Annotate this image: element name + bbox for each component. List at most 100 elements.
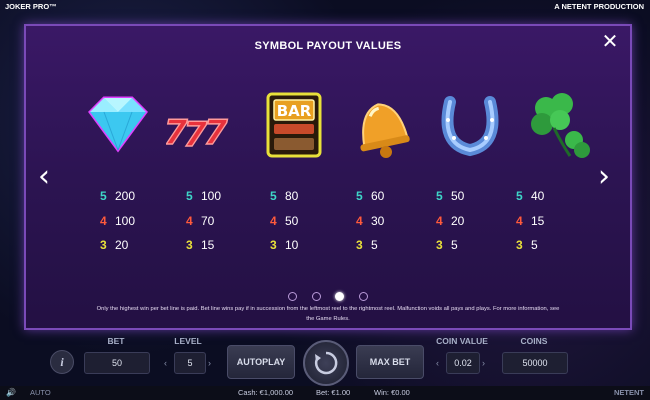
bar-icon: BAR	[266, 92, 322, 158]
bell-icon	[360, 103, 410, 158]
coins-label: COINS	[520, 336, 548, 346]
match-count: 3	[100, 238, 107, 252]
match-count: 3	[186, 238, 193, 252]
win-display: Win: €0.00	[374, 388, 410, 397]
match-count: 5	[186, 189, 193, 203]
level-decrease-icon[interactable]: ‹	[164, 358, 167, 368]
top-bar: JOKER PRO™ A NETENT PRODUCTION	[0, 0, 650, 12]
paytable-panel: SYMBOL PAYOUT VALUES ✕ ‹ › 7 7 7 BAR 5 2…	[24, 24, 632, 330]
payout-row: 4 30	[356, 209, 416, 234]
payout-value: 20	[115, 238, 129, 252]
paytable-title: SYMBOL PAYOUT VALUES	[254, 40, 402, 52]
page-dot[interactable]	[288, 292, 298, 301]
bet-display: Bet: €1.00	[316, 388, 351, 397]
match-count: 4	[436, 213, 443, 228]
page-dot[interactable]	[311, 292, 321, 301]
payout-row: 3 15	[186, 233, 246, 258]
payout-row: 35	[356, 233, 416, 258]
payout-value: 40	[531, 189, 545, 203]
payout-value: 15	[531, 213, 545, 228]
match-count: 5	[356, 189, 363, 203]
clover-icon	[531, 93, 590, 158]
match-count: 4	[516, 213, 523, 228]
payout-value: 10	[285, 238, 299, 252]
match-count: 4	[356, 213, 363, 228]
payout-value: 20	[451, 213, 465, 228]
match-count: 4	[270, 213, 277, 228]
sound-icon[interactable]: 🔊	[6, 388, 16, 397]
game-title: JOKER PRO™	[5, 2, 57, 11]
bet-value: 50	[84, 352, 150, 374]
coin-value-decrease-icon[interactable]: ‹	[436, 358, 439, 368]
payout-value: 30	[371, 213, 385, 228]
spin-icon	[314, 351, 338, 375]
payout-value: 5	[531, 238, 538, 252]
payout-value: 5	[451, 238, 458, 252]
payout-value: 5	[371, 238, 378, 252]
payout-value: 70	[201, 213, 215, 228]
payout-row: 35	[516, 233, 576, 258]
coin-value: 0.02	[446, 352, 480, 374]
auto-label[interactable]: AUTO	[30, 388, 51, 397]
payout-row: 5 60	[356, 184, 416, 209]
diamond-icon	[88, 96, 148, 153]
status-bar: 🔊 AUTO Cash: €1,000.00 Bet: €1.00 Win: €…	[0, 386, 650, 400]
seven-icon: 7 7 7	[166, 113, 232, 156]
match-count: 5	[516, 189, 523, 203]
payout-row: 5 200	[100, 184, 160, 209]
match-count: 5	[270, 189, 277, 203]
payout-row: 5 40	[516, 184, 576, 209]
chevron-left-icon[interactable]: ‹	[38, 162, 50, 192]
rules-line: Only the highest win per bet line is pai…	[96, 306, 560, 312]
payout-value: 100	[201, 189, 222, 203]
payout-value: 50	[285, 213, 299, 228]
payout-column: 5 50 4 20 35	[436, 184, 496, 258]
chevron-right-icon[interactable]: ›	[598, 162, 610, 192]
match-count: 3	[356, 238, 363, 252]
level-label: LEVEL	[174, 336, 202, 346]
page-dot[interactable]	[358, 292, 368, 301]
max-bet-button[interactable]: MAX BET	[356, 345, 424, 379]
svg-text:BAR: BAR	[277, 102, 312, 120]
payout-value: 100	[115, 213, 136, 228]
level-value: 5	[174, 352, 206, 374]
match-count: 3	[270, 238, 277, 252]
brand-logo: NETENT	[614, 388, 644, 397]
payout-value: 80	[285, 189, 299, 203]
payout-row: 5 80	[270, 184, 330, 209]
payout-row: 5 50	[436, 184, 496, 209]
payout-row: 4 70	[186, 209, 246, 234]
payout-row: 5 100	[186, 184, 246, 209]
payout-column: 5 200 4 100 3 20	[100, 184, 160, 258]
bet-label: BET	[107, 336, 125, 346]
payout-row: 4 15	[516, 209, 576, 234]
match-count: 4	[186, 213, 193, 228]
coin-value-label: COIN VALUE	[436, 336, 488, 346]
payout-value: 60	[371, 189, 385, 203]
rules-text: Only the highest win per bet line is pai…	[96, 304, 560, 324]
coin-value-increase-icon[interactable]: ›	[482, 358, 485, 368]
close-icon[interactable]: ✕	[600, 32, 620, 52]
rules-line: the Game Rules.	[306, 316, 350, 322]
payout-column: 5 60 4 30 35	[356, 184, 416, 258]
level-increase-icon[interactable]: ›	[208, 358, 211, 368]
payout-value: 15	[201, 238, 215, 252]
horseshoe-icon	[441, 96, 499, 157]
payout-column: 5 40 4 15 35	[516, 184, 576, 258]
info-button[interactable]: i	[50, 350, 74, 374]
autoplay-button[interactable]: AUTOPLAY	[227, 345, 295, 379]
payout-value: 50	[451, 189, 465, 203]
spin-button[interactable]	[303, 340, 349, 386]
payout-row: 3 20	[100, 233, 160, 258]
payout-column: 5 80 4 50 3 10	[270, 184, 330, 258]
match-count: 3	[516, 238, 523, 252]
page-dot-active[interactable]	[335, 292, 345, 301]
match-count: 4	[100, 213, 107, 228]
payout-row: 35	[436, 233, 496, 258]
match-count: 5	[100, 189, 107, 203]
payout-row: 4 20	[436, 209, 496, 234]
coins-value: 50000	[502, 352, 568, 374]
payout-row: 3 10	[270, 233, 330, 258]
payout-row: 4 50	[270, 209, 330, 234]
match-count: 3	[436, 238, 443, 252]
